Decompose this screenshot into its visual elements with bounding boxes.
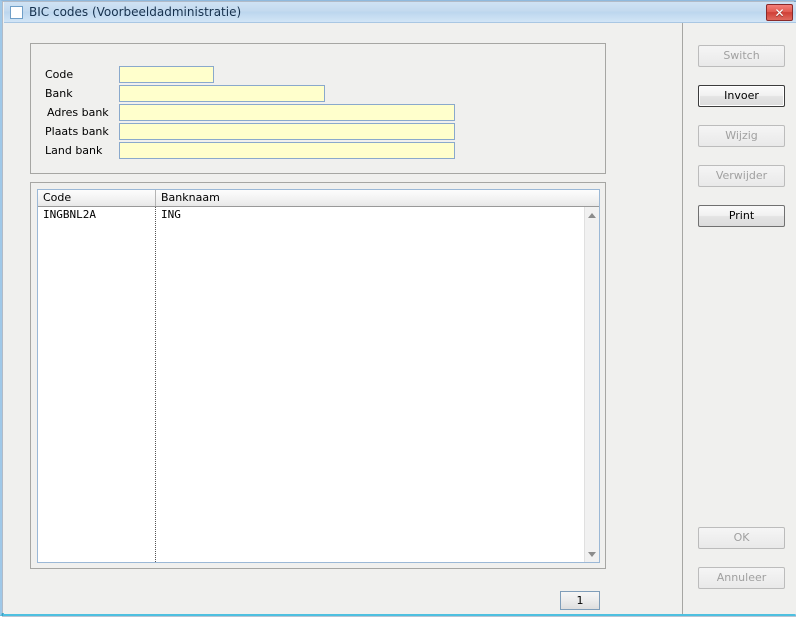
window-title: BIC codes (Voorbeeldadministratie) (29, 5, 242, 19)
label-plaats-bank: Plaats bank (45, 125, 109, 138)
close-icon: ✕ (774, 5, 785, 20)
cell-banknaam: ING (161, 208, 181, 221)
grid-body: INGBNL2A ING (38, 207, 584, 562)
grid-header-row: Code Banknaam (38, 190, 599, 207)
table-row[interactable]: INGBNL2A ING (38, 207, 584, 222)
label-code: Code (45, 68, 74, 81)
scroll-up-button[interactable] (585, 207, 599, 223)
verwijder-button[interactable]: Verwijder (698, 165, 785, 187)
bic-list-panel: Code Banknaam INGBNL2A ING (30, 182, 606, 569)
column-header-code[interactable]: Code (38, 190, 156, 206)
label-adres-bank: Adres bank (47, 106, 109, 119)
input-plaats-bank[interactable] (119, 123, 455, 140)
input-adres-bank[interactable] (119, 104, 455, 121)
invoer-button[interactable]: Invoer (698, 85, 785, 107)
bic-grid[interactable]: Code Banknaam INGBNL2A ING (37, 189, 600, 563)
cell-code: INGBNL2A (43, 208, 96, 221)
label-bank: Bank (45, 87, 73, 100)
title-bar: BIC codes (Voorbeeldadministratie) ✕ (4, 2, 796, 23)
annuleer-button[interactable]: Annuleer (698, 567, 785, 589)
column-header-banknaam[interactable]: Banknaam (156, 190, 586, 206)
window-icon (10, 6, 23, 19)
bic-detail-form: Code Bank Adres bank Plaats bank Land ba… (30, 43, 606, 174)
input-bank[interactable] (119, 85, 325, 102)
client-area: Code Bank Adres bank Plaats bank Land ba… (4, 23, 796, 614)
wijzig-button[interactable]: Wijzig (698, 125, 785, 147)
chevron-up-icon (588, 212, 596, 218)
grid-vertical-scrollbar[interactable] (584, 207, 599, 562)
application-window: BIC codes (Voorbeeldadministratie) ✕ Cod… (0, 0, 796, 617)
right-panel-divider (682, 23, 683, 614)
close-button[interactable]: ✕ (766, 4, 793, 21)
switch-button[interactable]: Switch (698, 45, 785, 67)
input-land-bank[interactable] (119, 142, 455, 159)
chevron-down-icon (588, 551, 596, 557)
record-counter-button[interactable]: 1 (560, 591, 600, 610)
print-button[interactable]: Print (698, 205, 785, 227)
input-code[interactable] (119, 66, 214, 83)
label-land-bank: Land bank (45, 144, 103, 157)
ok-button[interactable]: OK (698, 527, 785, 549)
scroll-down-button[interactable] (585, 546, 599, 562)
